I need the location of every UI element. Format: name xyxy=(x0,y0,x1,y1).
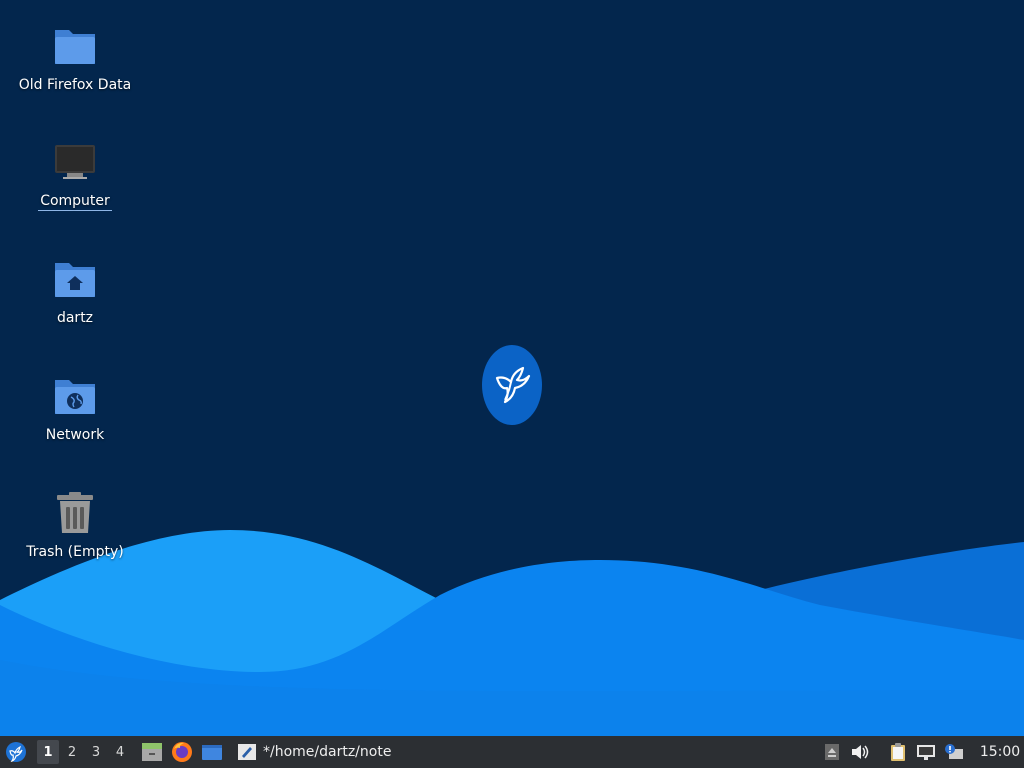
firefox-icon xyxy=(172,742,192,762)
folder-icon xyxy=(10,22,140,70)
desktop-icon-label: Computer xyxy=(38,193,112,211)
clock[interactable]: 15:00 xyxy=(976,744,1024,760)
tray-volume-button[interactable] xyxy=(846,736,874,768)
app-menu-button[interactable] xyxy=(3,736,29,768)
firefox-launcher[interactable] xyxy=(169,736,195,768)
tray-eject-button[interactable] xyxy=(818,736,846,768)
show-desktop-button[interactable] xyxy=(199,736,225,768)
file-cabinet-icon xyxy=(142,743,162,761)
desktop-icon-dartz[interactable]: dartz xyxy=(10,255,140,327)
network-folder-icon xyxy=(10,372,140,420)
clipboard-icon xyxy=(891,743,905,761)
trash-icon xyxy=(10,489,140,537)
taskbar: 1 2 3 4 */home/dartz/note 15:00 xyxy=(0,736,1024,768)
tray-network-button[interactable] xyxy=(912,736,940,768)
tray-clipboard-button[interactable] xyxy=(884,736,912,768)
network-icon xyxy=(917,745,935,760)
workspace-4-button[interactable]: 4 xyxy=(109,740,131,764)
workspace-switcher: 1 2 3 4 xyxy=(37,740,133,764)
desktop-icon-label: dartz xyxy=(56,310,94,326)
workspace-3-button[interactable]: 3 xyxy=(85,740,107,764)
desktop-icon-label: Network xyxy=(45,427,105,443)
notification-icon xyxy=(945,744,963,759)
desktop-icon-network[interactable]: Network xyxy=(10,372,140,444)
text-editor-icon xyxy=(238,744,256,760)
task-title: */home/dartz/note xyxy=(263,744,392,760)
task-button-text-editor[interactable]: */home/dartz/note xyxy=(231,738,397,766)
desktop[interactable]: Old Firefox Data Computer dartz Network … xyxy=(0,0,1024,736)
workspace-1-button[interactable]: 1 xyxy=(37,740,59,764)
desktop-icon-label: Trash (Empty) xyxy=(26,544,124,560)
tray-notification-button[interactable] xyxy=(940,736,968,768)
desktop-icon-trash[interactable]: Trash (Empty) xyxy=(10,489,140,561)
desktop-icon-old-firefox-data[interactable]: Old Firefox Data xyxy=(10,22,140,94)
desktop-icon-computer[interactable]: Computer xyxy=(10,138,140,211)
menu-logo-icon xyxy=(6,742,26,763)
file-manager-launcher[interactable] xyxy=(139,736,165,768)
distro-logo xyxy=(481,344,543,430)
volume-icon xyxy=(852,745,869,759)
eject-icon xyxy=(825,744,839,760)
desktop-icon xyxy=(202,745,222,760)
workspace-2-button[interactable]: 2 xyxy=(61,740,83,764)
home-folder-icon xyxy=(10,255,140,303)
desktop-icon-label: Old Firefox Data xyxy=(18,77,132,93)
computer-icon xyxy=(10,138,140,186)
